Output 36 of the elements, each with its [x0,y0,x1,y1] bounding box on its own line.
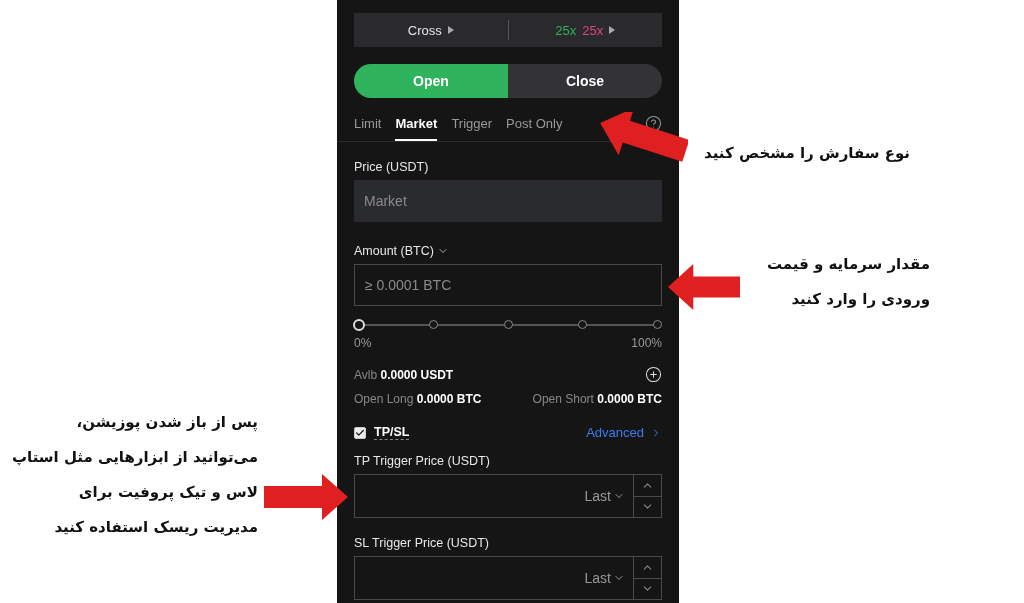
slider-thumb[interactable] [353,319,365,331]
caret-icon [447,26,454,34]
slider-min-label: 0% [354,336,372,350]
arrow-icon [668,264,740,310]
field-label: TP Trigger Price (USDT) [354,454,490,468]
add-icon[interactable] [645,366,662,383]
open-long-amount: Open Long 0.0000 BTC [354,392,482,406]
trigger-price-field[interactable]: Last [354,556,662,600]
arrow-icon [264,474,348,520]
available-balance: Avlb 0.0000 USDT [354,367,454,382]
price-type-dropdown[interactable]: Last [576,557,633,599]
amount-field[interactable]: ≥ 0.0001 BTC [354,264,662,306]
order-type-tab[interactable]: Limit [354,116,382,141]
tpsl-label: TP/SL [374,425,410,440]
caret-icon [609,26,616,34]
side-tab[interactable]: Close [508,64,662,98]
price-field[interactable]: Market [354,180,662,222]
annotation-text: پس از باز شدن پوزیشن، می‌توانید از ابزارهایی مثل استاپ لاس و تیک پروفیت برای مدیریت ریسک استفاده کنید [12,412,258,538]
help-icon[interactable] [645,115,662,132]
annotation-text: نوع سفارش را مشخص کنید [704,143,910,164]
annotation-text: مقدار سرمایه و قیمت ورودی را وارد کنید [766,254,930,310]
margin-mode-button[interactable]: Cross [354,13,508,47]
order-type-tab[interactable]: Trigger [451,116,493,141]
advanced-link[interactable]: Advanced [586,425,662,440]
slider-max-label: 100% [631,336,662,350]
open-short-amount: Open Short 0.0000 BTC [532,392,662,406]
arrow-icon [598,112,688,162]
trigger-price-field[interactable]: Last [354,474,662,518]
tpsl-checkbox[interactable] [354,426,366,439]
field-label: SL Trigger Price (USDT) [354,536,489,550]
leverage-button[interactable]: 25x 25x [508,13,662,47]
field-label: Price (USDT) [354,160,429,174]
order-type-tab[interactable]: Post Only [506,116,563,141]
price-type-dropdown[interactable]: Last [576,475,633,517]
field-label: Amount (BTC) [354,244,434,258]
order-type-tab[interactable]: Market [395,116,438,141]
